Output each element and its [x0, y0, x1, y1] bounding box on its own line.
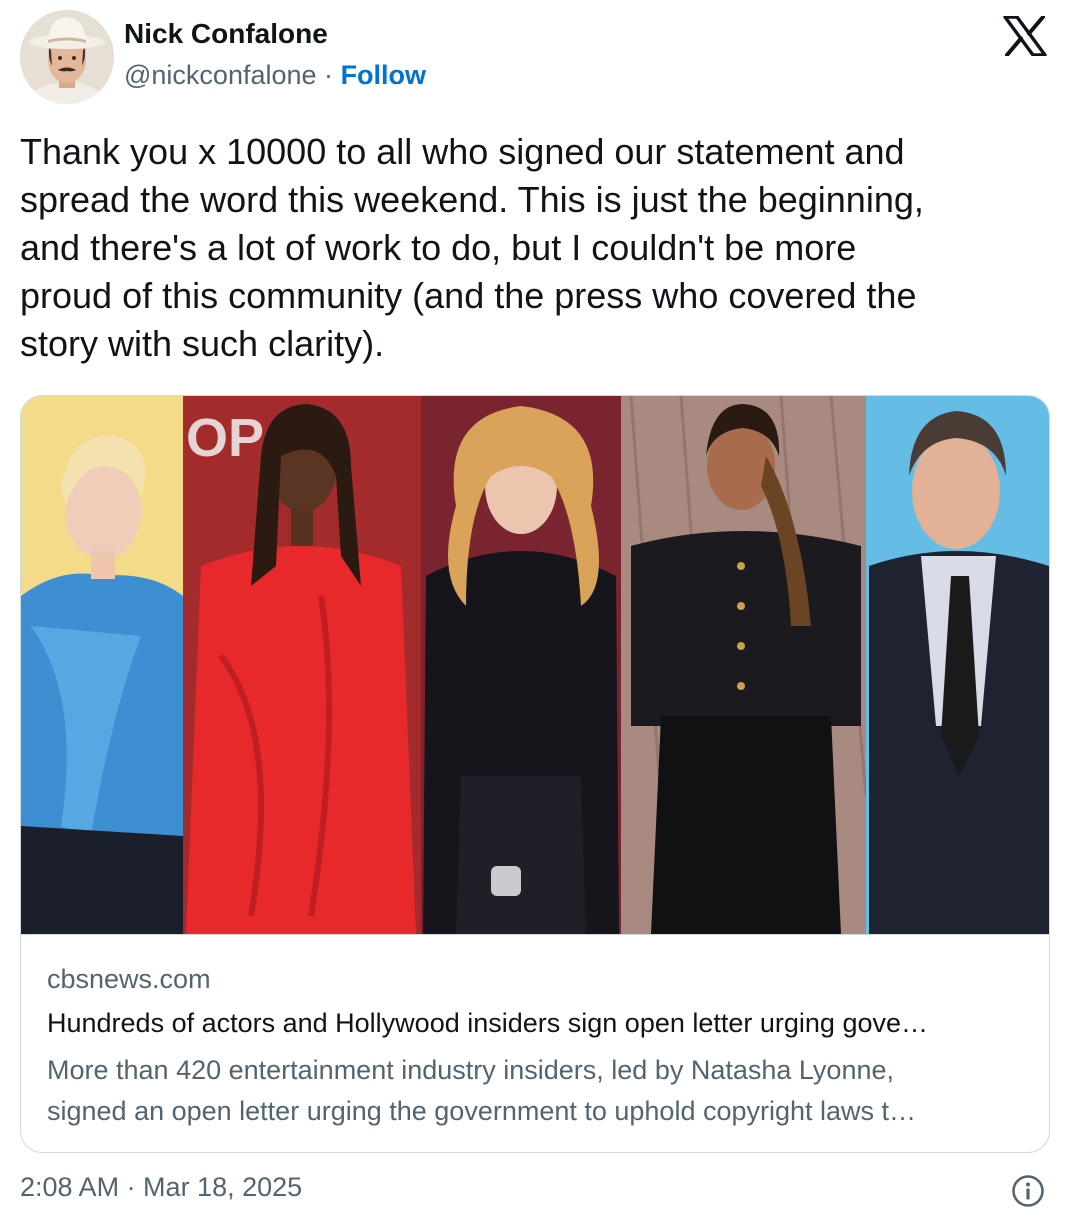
photo-panel [621, 396, 868, 934]
author-name[interactable]: Nick Confalone [124, 18, 328, 50]
author-avatar[interactable] [20, 10, 114, 104]
card-description-line: More than 420 entertainment industry ins… [47, 1055, 894, 1085]
tweet-line: spread the word this weekend. This is ju… [20, 179, 924, 220]
card-description-line: signed an open letter urging the governm… [47, 1096, 917, 1126]
photo-panel [421, 396, 621, 934]
tweet-line: Thank you x 10000 to all who signed our … [20, 131, 905, 172]
photo-panel: OP [183, 396, 421, 934]
svg-text:OP: OP [186, 408, 264, 468]
card-domain: cbsnews.com [47, 964, 211, 994]
tweet-line: and there's a lot of work to do, but I c… [20, 227, 857, 268]
timestamp[interactable]: 2:08 AM · Mar 18, 2025 [20, 1172, 302, 1203]
photo-panel [866, 396, 1049, 934]
info-icon[interactable] [1011, 1174, 1045, 1208]
card-divider [21, 934, 1049, 935]
tweet-line: proud of this community (and the press w… [20, 275, 917, 316]
follow-button[interactable]: Follow [341, 60, 426, 90]
card-description: More than 420 entertainment industry ins… [47, 1050, 1037, 1132]
separator-dot: · [324, 60, 334, 90]
card-image: OP [21, 396, 1049, 934]
author-handle-row: @nickconfalone · Follow [124, 60, 426, 91]
card-title: Hundreds of actors and Hollywood insider… [47, 1008, 928, 1038]
tweet-line: story with such clarity). [20, 323, 385, 364]
photo-panel [21, 396, 183, 934]
tweet-text: Thank you x 10000 to all who signed our … [20, 128, 1050, 368]
link-preview-card[interactable]: OP cbsnews.com Hundreds of actors and Ho… [20, 395, 1050, 1153]
avatar-photo [20, 10, 114, 104]
x-logo-icon[interactable] [1002, 16, 1048, 56]
author-handle[interactable]: @nickconfalone [124, 60, 317, 90]
